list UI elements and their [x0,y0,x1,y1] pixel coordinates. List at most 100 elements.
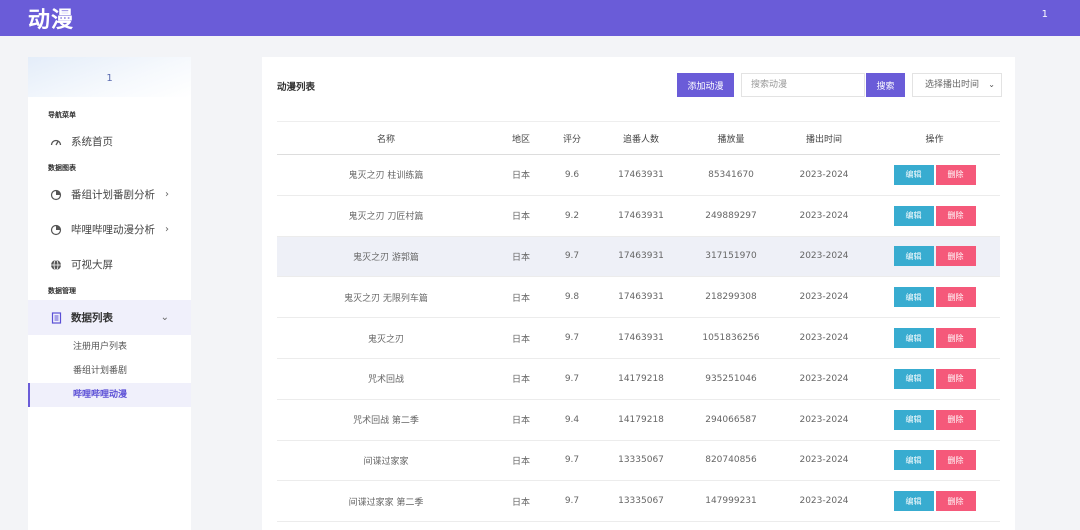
section-nav-title: 导航菜单 [48,111,76,119]
edit-button[interactable]: 编辑 [893,287,934,308]
delete-button[interactable]: 删除 [935,246,976,267]
search-input[interactable]: 搜索动漫 [741,73,865,97]
cell-plays: 249889297 [705,210,757,221]
delete-button[interactable]: 删除 [935,491,976,512]
cell-region: 日本 [511,171,530,182]
sidebar-item-fanju-analysis[interactable]: 番组计划番剧分析 › [28,177,191,212]
edit-button[interactable]: 编辑 [893,328,934,349]
sidebar-item-bili-analysis[interactable]: 哔哩哔哩动漫分析 › [28,212,191,247]
edit-button[interactable]: 编辑 [893,409,934,430]
table-header: 名称 地区 评分 追番人数 播放量 播出时间 操作 [277,121,1000,155]
cell-name: 咒术回战 [367,375,404,386]
edit-button[interactable]: 编辑 [893,164,934,185]
search-button[interactable]: 搜索 [866,73,905,97]
cell-score: 9.8 [564,292,580,303]
column-header-followers[interactable]: 追番人数 [611,132,671,145]
sidebar-item-label: 哔哩哔哩动漫分析 [71,224,155,236]
cell-name: 鬼灭之刃 [367,334,404,345]
sidebar-subitem-fanzu[interactable]: 番组计划番剧 [28,359,191,383]
cell-plays: 317151970 [705,251,757,262]
sidebar-item-home[interactable]: 系统首页 [28,124,191,159]
cell-region: 日本 [511,497,530,508]
cell-region: 日本 [511,334,530,345]
cell-followers: 17463931 [618,210,664,221]
chevron-right-icon: › [165,189,169,200]
table-row: 咒术回战 日本 9.7 14179218 935251046 2023-2024 编辑 删除 [277,359,1000,400]
cell-region: 日本 [511,375,530,386]
delete-button[interactable]: 删除 [935,205,976,226]
column-header-name[interactable]: 名称 [277,132,495,145]
cell-score: 9.7 [564,455,580,466]
document-icon [50,311,62,324]
chevron-down-icon: ⌄ [988,80,995,89]
table-row: 鬼灭之刃 日本 9.7 17463931 1051836256 2023-2024 编辑 删除 [277,318,1000,359]
sidebar-item-label: 可视大屏 [71,259,113,271]
cell-plays: 85341670 [708,169,754,180]
table-body: 鬼灭之刃 柱训练篇 日本 9.6 17463931 85341670 2023-2024 编… [277,155,1000,523]
delete-button[interactable]: 删除 [935,409,976,430]
row-actions: 编辑 删除 [887,409,982,430]
cell-time: 2023-2024 [799,292,849,303]
cell-plays: 218299308 [705,292,757,303]
cell-ops: 编辑 删除 [887,246,982,267]
edit-button[interactable]: 编辑 [893,205,934,226]
cell-followers: 13335067 [618,496,664,507]
delete-button[interactable]: 删除 [935,368,976,389]
sidebar-subitem-users[interactable]: 注册用户列表 [28,335,191,359]
cell-name: 鬼灭之刃 游郭篇 [353,252,419,263]
cell-plays: 820740856 [705,455,757,466]
cell-time: 2023-2024 [799,414,849,425]
column-header-time[interactable]: 播出时间 [782,132,866,145]
cell-name: 间谍过家家 [363,456,409,467]
cell-score: 9.7 [564,373,580,384]
delete-button[interactable]: 删除 [935,328,976,349]
sidebar-item-big-screen[interactable]: 可视大屏 [28,247,191,282]
cell-followers: 17463931 [618,169,664,180]
column-header-score[interactable]: 评分 [555,132,589,145]
edit-button[interactable]: 编辑 [893,246,934,267]
cell-followers: 13335067 [618,455,664,466]
cell-plays: 147999231 [705,496,757,507]
cell-time: 2023-2024 [799,169,849,180]
cell-name: 鬼灭之刃 刀匠村篇 [348,212,424,223]
cell-ops: 编辑 删除 [887,287,982,308]
edit-button[interactable]: 编辑 [893,368,934,389]
cell-time: 2023-2024 [799,373,849,384]
table-row: 鬼灭之刃 游郭篇 日本 9.7 17463931 317151970 2023-2024 编… [277,236,1000,278]
chevron-right-icon: › [165,224,169,235]
delete-button[interactable]: 删除 [935,450,976,471]
cell-followers: 17463931 [618,292,664,303]
sidebar-item-data-list[interactable]: 数据列表 ⌄ [28,300,191,335]
top-bar: 动漫 1 [0,0,1080,36]
row-actions: 编辑 删除 [887,205,982,226]
cell-time: 2023-2024 [799,210,849,221]
column-header-region[interactable]: 地区 [503,132,539,145]
cell-ops: 编辑 删除 [887,205,982,226]
cell-plays: 1051836256 [702,333,760,344]
cell-time: 2023-2024 [799,251,849,262]
user-menu[interactable]: 1 [1042,9,1048,20]
sidebar-username: 1 [106,73,113,84]
row-actions: 编辑 删除 [887,368,982,389]
row-actions: 编辑 删除 [887,450,982,471]
edit-button[interactable]: 编辑 [893,491,934,512]
cell-ops: 编辑 删除 [887,409,982,430]
table-row: 间谍过家家 第二季 日本 9.7 13335067 147999231 2023-2024… [277,481,1000,523]
delete-button[interactable]: 删除 [935,287,976,308]
cell-ops: 编辑 删除 [887,491,982,512]
sidebar-item-label: 系统首页 [71,136,113,148]
column-header-plays[interactable]: 播放量 [695,132,767,145]
cell-followers: 14179218 [618,414,664,425]
add-anime-button[interactable]: 添加动漫 [677,73,734,97]
sidebar-user-panel: 1 [28,57,191,97]
edit-button[interactable]: 编辑 [893,450,934,471]
cell-name: 鬼灭之刃 柱训练篇 [348,171,424,182]
air-time-select[interactable]: 选择播出时间 ⌄ [912,73,1002,97]
cell-score: 9.2 [564,210,580,221]
sidebar-subitem-bilibili[interactable]: 哔哩哔哩动漫 [28,383,191,407]
cell-followers: 17463931 [618,251,664,262]
cell-score: 9.4 [564,414,580,425]
row-actions: 编辑 删除 [887,328,982,349]
delete-button[interactable]: 删除 [935,164,976,185]
cell-region: 日本 [511,456,530,467]
